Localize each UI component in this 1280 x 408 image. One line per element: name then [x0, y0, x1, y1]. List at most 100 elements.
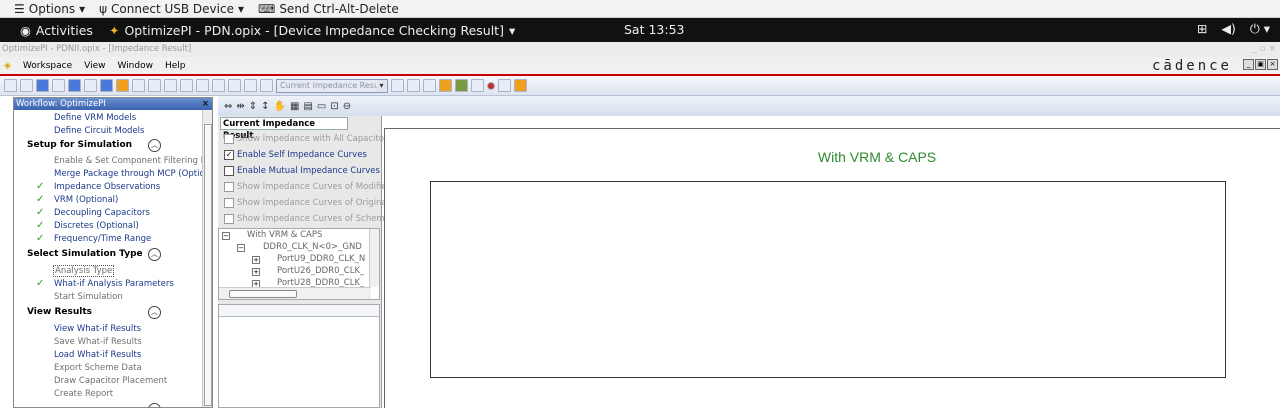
wf-discretes[interactable]: Discretes (Optional)	[54, 221, 139, 231]
section-sim-type[interactable]: Select Simulation Type ︿	[27, 248, 161, 261]
record-icon[interactable]	[487, 81, 495, 90]
wf-save-whatif[interactable]: Save What-if Results	[54, 337, 142, 347]
wf-impedance-observations[interactable]: Impedance Observations	[54, 182, 160, 192]
opt-label: Enable Self Impedance Curves	[237, 150, 367, 160]
collapse-icon[interactable]: ︿	[148, 248, 161, 261]
zoom-out-icon[interactable]: ⊖	[343, 101, 351, 112]
opt-all-capacitors[interactable]: Show Impedance with All Capacitors	[224, 134, 392, 144]
folder-icon[interactable]	[439, 79, 452, 92]
grid-icon[interactable]: ▦	[290, 101, 299, 112]
print-icon[interactable]	[52, 79, 65, 92]
minimize-icon[interactable]: _	[1243, 59, 1254, 70]
select-box-icon[interactable]: ▭	[317, 101, 326, 112]
pan-all-icon[interactable]: ⇹	[236, 101, 244, 112]
pan-vertical-icon[interactable]: ⇕	[249, 101, 257, 112]
opt-mutual-impedance[interactable]: Enable Mutual Impedance Curves	[224, 166, 380, 176]
restore-icon[interactable]: ▣	[1255, 59, 1266, 70]
result-icon-2[interactable]	[407, 79, 420, 92]
panel-icon[interactable]	[132, 79, 145, 92]
wf-define-vrm[interactable]: Define VRM Models	[54, 113, 136, 123]
clock[interactable]: Sat 13:53	[624, 22, 685, 37]
opt-self-impedance[interactable]: ✓ Enable Self Impedance Curves	[224, 150, 367, 160]
close-icon[interactable]: ×	[202, 98, 209, 110]
tree-root[interactable]: With VRM & CAPS	[247, 230, 322, 240]
opt-modified[interactable]: Show Impedance Curves of Modified	[224, 182, 392, 192]
wf-vrm[interactable]: VRM (Optional)	[54, 195, 118, 205]
export-icon[interactable]	[455, 79, 468, 92]
result-type-combo[interactable]: Current Impedance Result	[276, 78, 388, 93]
workflow-scrollbar[interactable]	[202, 110, 212, 407]
wf-export-scheme[interactable]: Export Scheme Data	[54, 363, 142, 373]
result-icon-1[interactable]	[391, 79, 404, 92]
pan-horizontal-icon[interactable]: ⇔	[224, 101, 232, 112]
import-icon[interactable]	[471, 79, 484, 92]
tab-current-impedance[interactable]: Current Impedance Result	[220, 117, 348, 141]
wf-frequency-range[interactable]: Frequency/Time Range	[54, 234, 151, 244]
zoom-area-icon[interactable]: ⊡	[330, 101, 338, 112]
ctrl-alt-del-button[interactable]: ⌨ Send Ctrl-Alt-Delete	[258, 2, 399, 16]
undo-icon[interactable]	[180, 79, 193, 92]
wf-decoupling-caps[interactable]: Decoupling Capacitors	[54, 208, 150, 218]
zoom-vertical-icon[interactable]: ↕	[261, 101, 269, 112]
menu-view[interactable]: View	[84, 61, 105, 71]
options-menu[interactable]: ☰ Options ▾	[14, 2, 85, 16]
zoom-box-icon[interactable]	[244, 79, 257, 92]
wf-create-report[interactable]: Create Report	[54, 389, 113, 399]
wf-start-simulation[interactable]: Start Simulation	[54, 292, 123, 302]
menu-workspace[interactable]: Workspace	[23, 61, 72, 71]
tree-port[interactable]: PortU26_DDR0_CLK_	[277, 266, 364, 276]
grid2-icon[interactable]: ▤	[303, 101, 312, 112]
text-tool-icon[interactable]	[514, 79, 527, 92]
collapse-node-icon[interactable]: −	[222, 232, 230, 240]
new-file-icon[interactable]	[4, 79, 17, 92]
system-tray[interactable]: ⊞ ◀) ⏻ ▾	[1197, 21, 1270, 37]
app-menu[interactable]: ✦ OptimizePI - PDN.opix - [Device Impeda…	[109, 23, 515, 38]
lasso-icon[interactable]	[228, 79, 241, 92]
wf-view-whatif[interactable]: View What-if Results	[54, 324, 141, 334]
zoom-fit-icon[interactable]	[260, 79, 273, 92]
window-controls[interactable]: _ ▫ ×	[1252, 42, 1276, 57]
wf-whatif-params[interactable]: What-if Analysis Parameters	[54, 279, 174, 289]
wf-merge-package[interactable]: Merge Package through MCP (Optional)	[54, 169, 212, 179]
wf-analysis-type[interactable]: Analysis Type	[53, 265, 115, 277]
plot-frame[interactable]	[430, 181, 1226, 378]
tree-vscrollbar[interactable]	[369, 229, 379, 287]
stop-icon[interactable]	[100, 79, 113, 92]
scrollbar-thumb[interactable]	[204, 124, 212, 406]
connect-usb-menu[interactable]: ψ Connect USB Device ▾	[99, 2, 244, 16]
collapse-icon[interactable]: ︿	[148, 306, 161, 319]
wf-draw-placement[interactable]: Draw Capacitor Placement	[54, 376, 167, 386]
collapse-icon[interactable]: ︿	[148, 139, 161, 152]
wf-load-whatif[interactable]: Load What-if Results	[54, 350, 141, 360]
activities-button[interactable]: ◉ Activities	[20, 23, 93, 38]
redo-icon[interactable]	[196, 79, 209, 92]
save-icon[interactable]	[36, 79, 49, 92]
rect-select-icon[interactable]	[212, 79, 225, 92]
scrollbar-thumb[interactable]	[229, 290, 297, 298]
tree-hscrollbar[interactable]	[219, 287, 371, 299]
section-setup[interactable]: Setup for Simulation ︿	[27, 139, 161, 152]
result-icon-3[interactable]	[423, 79, 436, 92]
forward-icon[interactable]	[498, 79, 511, 92]
expand-node-icon[interactable]: +	[252, 268, 260, 276]
tree-net[interactable]: DDR0_CLK_N<0>_GND	[263, 242, 362, 252]
menu-help[interactable]: Help	[165, 61, 186, 71]
tree-port[interactable]: PortU9_DDR0_CLK_N	[277, 254, 365, 264]
hand-icon[interactable]: ✋	[274, 101, 286, 112]
open-file-icon[interactable]	[20, 79, 33, 92]
wf-define-circuit[interactable]: Define Circuit Models	[54, 126, 144, 136]
opt-original[interactable]: Show Impedance Curves of Original	[224, 198, 389, 208]
play-icon[interactable]	[84, 79, 97, 92]
close-icon[interactable]: ×	[1267, 59, 1278, 70]
opt-scheme[interactable]: Show Impedance Curves of Scheme	[224, 214, 390, 224]
layout-icon[interactable]	[116, 79, 129, 92]
section-view-results[interactable]: View Results ︿	[27, 306, 161, 319]
expand-node-icon[interactable]: +	[252, 256, 260, 264]
pause-icon[interactable]	[68, 79, 81, 92]
menu-window[interactable]: Window	[117, 61, 153, 71]
collapse-icon[interactable]	[148, 403, 161, 407]
collapse-node-icon[interactable]: −	[237, 244, 245, 252]
copy-icon[interactable]	[164, 79, 177, 92]
wf-filtering-rules[interactable]: Enable & Set Component Filtering Rules	[54, 156, 212, 166]
panel2-icon[interactable]	[148, 79, 161, 92]
